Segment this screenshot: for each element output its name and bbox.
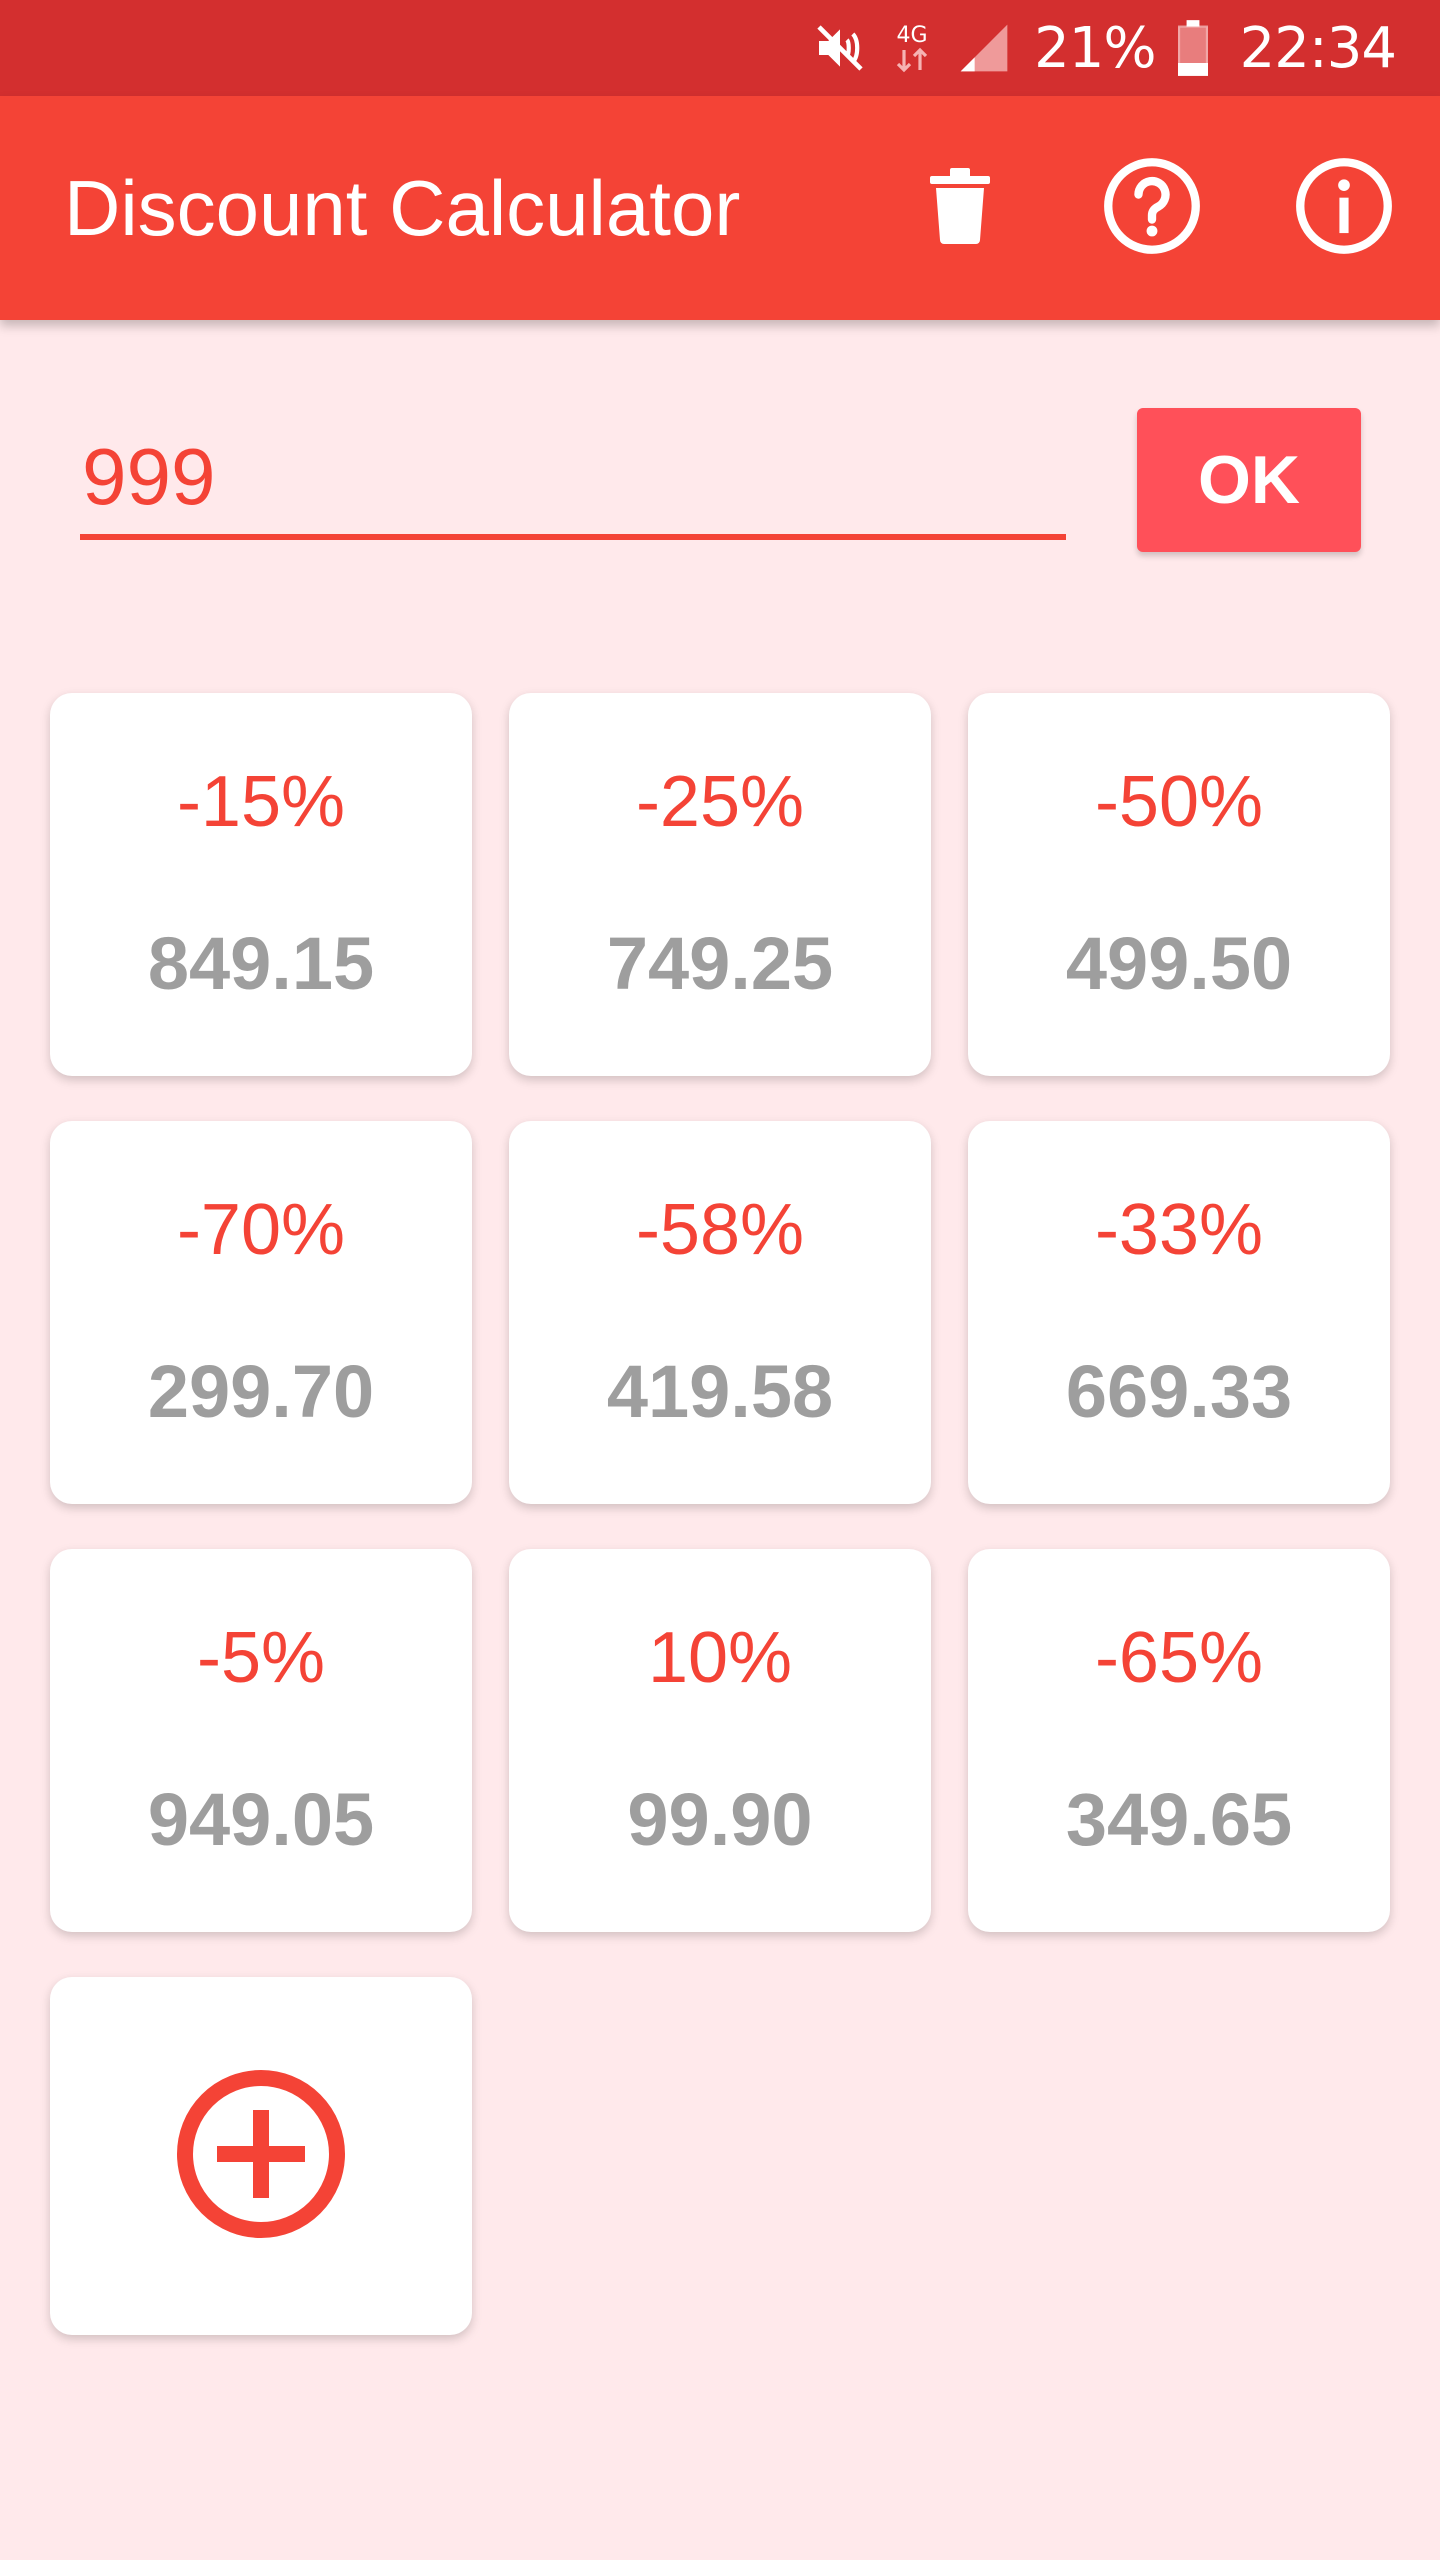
network-4g-icon: 4G <box>890 18 934 78</box>
discount-percent: -65% <box>1094 1618 1264 1698</box>
discount-card[interactable]: -50% 499.50 <box>968 693 1390 1076</box>
discount-price: 419.58 <box>606 1350 834 1433</box>
discount-card[interactable]: 10% 99.90 <box>509 1549 931 1932</box>
discount-card[interactable]: -5% 949.05 <box>50 1549 472 1932</box>
discount-percent: -5% <box>196 1618 326 1698</box>
discount-card[interactable]: -58% 419.58 <box>509 1121 931 1504</box>
discount-percent: -25% <box>635 762 805 842</box>
input-row: OK <box>80 400 1361 560</box>
discount-percent: -70% <box>176 1190 346 1270</box>
battery-icon <box>1177 20 1208 76</box>
discount-percent: -50% <box>1094 762 1264 842</box>
discount-percent: 10% <box>647 1618 793 1698</box>
discount-price: 669.33 <box>1065 1350 1293 1433</box>
discount-price: 949.05 <box>147 1778 375 1861</box>
discount-percent: -33% <box>1094 1190 1264 1270</box>
app-title: Discount Calculator <box>64 163 741 252</box>
add-circle-icon <box>175 2068 347 2244</box>
discount-percent: -15% <box>176 762 346 842</box>
help-icon <box>1102 156 1202 260</box>
discount-price: 349.65 <box>1065 1778 1293 1861</box>
info-icon <box>1294 156 1394 260</box>
mute-icon <box>812 20 868 76</box>
add-discount-button[interactable] <box>50 1977 472 2335</box>
discount-price: 749.25 <box>606 922 834 1005</box>
app-bar: Discount Calculator <box>0 96 1440 320</box>
discount-price: 499.50 <box>1065 922 1293 1005</box>
discount-card[interactable]: -33% 669.33 <box>968 1121 1390 1504</box>
discount-price: 99.90 <box>627 1778 813 1861</box>
discount-card[interactable]: -15% 849.15 <box>50 693 472 1076</box>
app-actions <box>904 152 1400 264</box>
delete-button[interactable] <box>904 152 1016 264</box>
discount-price: 849.15 <box>147 922 375 1005</box>
battery-percent: 21% <box>1034 15 1156 81</box>
amount-input[interactable] <box>80 420 1066 540</box>
help-button[interactable] <box>1096 152 1208 264</box>
trash-icon <box>930 168 990 248</box>
discount-price: 299.70 <box>147 1350 375 1433</box>
signal-icon <box>956 20 1012 76</box>
info-button[interactable] <box>1288 152 1400 264</box>
discount-percent: -58% <box>635 1190 805 1270</box>
discount-card[interactable]: -25% 749.25 <box>509 693 931 1076</box>
discount-card[interactable]: -65% 349.65 <box>968 1549 1390 1932</box>
clock: 22:34 <box>1239 15 1397 81</box>
discount-grid: -15% 849.15 -25% 749.25 -50% 499.50 -70%… <box>50 693 1390 2335</box>
status-bar: 4G 21% 22:34 <box>0 0 1440 96</box>
ok-button[interactable]: OK <box>1137 408 1361 552</box>
network-4g-label: 4G <box>897 23 928 48</box>
discount-card[interactable]: -70% 299.70 <box>50 1121 472 1504</box>
